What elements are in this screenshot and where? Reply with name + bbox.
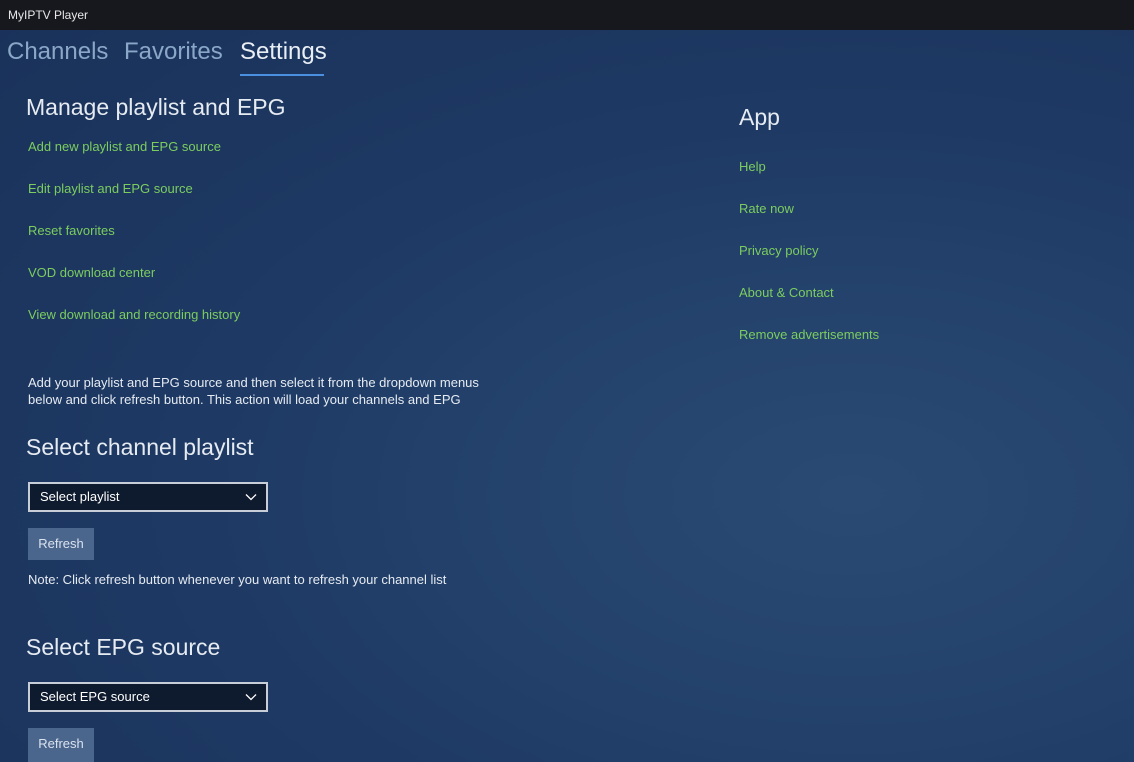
privacy-policy-link[interactable]: Privacy policy [739,243,818,258]
tab-settings[interactable]: Settings [240,38,327,66]
edit-playlist-link[interactable]: Edit playlist and EPG source [28,181,193,196]
playlist-refresh-button[interactable]: Refresh [28,528,94,560]
playlist-dropdown[interactable]: Select playlist [28,482,268,512]
instructions-line-1: Add your playlist and EPG source and the… [28,375,479,390]
app-title: MyIPTV Player [8,8,89,22]
refresh-note: Note: Click refresh button whenever you … [28,572,447,587]
instructions-line-2: below and click refresh button. This act… [28,392,461,407]
app-section-title: App [739,104,780,130]
tab-channels[interactable]: Channels [7,38,108,66]
download-history-link[interactable]: View download and recording history [28,307,240,322]
epg-section-title: Select EPG source [26,634,221,660]
epg-dropdown-value: Select EPG source [40,689,150,704]
chevron-down-icon [245,494,257,501]
help-link[interactable]: Help [739,159,766,174]
playlist-section-title: Select channel playlist [26,434,254,460]
active-tab-indicator [240,74,324,76]
tab-favorites[interactable]: Favorites [124,38,223,66]
title-bar: MyIPTV Player [0,0,1134,30]
vod-download-center-link[interactable]: VOD download center [28,265,155,280]
epg-refresh-button[interactable]: Refresh [28,728,94,762]
rate-now-link[interactable]: Rate now [739,201,794,216]
manage-section-title: Manage playlist and EPG [26,94,286,120]
instructions-text: Add your playlist and EPG source and the… [28,374,479,408]
remove-ads-link[interactable]: Remove advertisements [739,327,879,342]
epg-dropdown[interactable]: Select EPG source [28,682,268,712]
reset-favorites-link[interactable]: Reset favorites [28,223,115,238]
about-contact-link[interactable]: About & Contact [739,285,834,300]
add-playlist-link[interactable]: Add new playlist and EPG source [28,139,221,154]
chevron-down-icon [245,694,257,701]
playlist-dropdown-value: Select playlist [40,489,120,504]
